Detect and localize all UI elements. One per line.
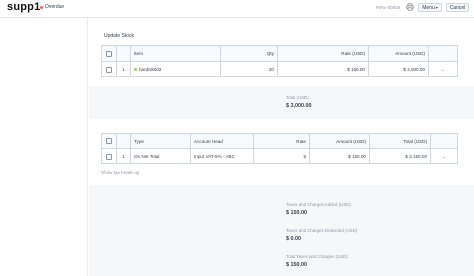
page-header: supp1 Overdue PINV-00005 Menu ▾ Cancel	[0, 0, 474, 16]
show-tax-breakup-link[interactable]: Show tax break-up	[101, 170, 139, 175]
row-expand-button[interactable]: ⌄	[429, 62, 457, 77]
cancel-button[interactable]: Cancel	[446, 3, 469, 12]
row-expand-button[interactable]: ⌄	[431, 149, 457, 164]
row-action-header	[431, 134, 457, 148]
item-cell[interactable]: hardisk002	[131, 62, 221, 77]
row-checkbox[interactable]	[106, 153, 112, 160]
taxes-deducted-value: $ 0.00	[286, 236, 301, 242]
type-column-header: Type	[131, 134, 191, 148]
amount-cell[interactable]: $ 150.00	[310, 149, 370, 164]
taxes-added-label: Taxes and Charges Added (USD)	[286, 202, 351, 207]
document-number: PINV-00005	[376, 5, 401, 10]
taxes-deducted-label: Taxes and Charges Deducted (USD)	[286, 228, 358, 233]
amount-column-header: Amount (USD)	[369, 46, 429, 61]
index-header	[117, 46, 131, 61]
item-column-header: Item	[131, 46, 221, 61]
select-all-cell[interactable]	[102, 46, 117, 61]
items-table-header: Item Qty Rate (USD) Amount (USD)	[102, 46, 457, 62]
row-index: 1	[117, 149, 131, 164]
status-dot-icon	[134, 68, 137, 71]
taxes-summary-band	[89, 185, 474, 276]
status-dot-icon	[40, 5, 43, 9]
status-label: Overdue	[45, 4, 65, 10]
table-row[interactable]: 1 On Net Total Input VAT-5% - ABC 5 $ 15…	[102, 149, 457, 164]
update-stock-label: Update Stock	[104, 33, 135, 39]
page-title: supp1	[7, 1, 41, 13]
total-taxes-value: $ 150.00	[286, 262, 307, 268]
account-head-cell[interactable]: Input VAT-5% - ABC	[191, 149, 254, 164]
sidebar	[0, 18, 88, 276]
caret-down-icon: ▾	[435, 5, 438, 10]
total-value: $ 3,000.00	[286, 103, 312, 109]
select-all-checkbox[interactable]	[106, 138, 112, 144]
amount-cell[interactable]: $ 3,000.00	[369, 62, 429, 77]
printer-icon[interactable]	[406, 3, 414, 11]
rate-column-header: Rate	[254, 134, 310, 148]
row-index: 1	[117, 62, 131, 77]
account-head-column-header: Account Head	[191, 134, 254, 148]
chevron-down-icon: ⌄	[440, 66, 446, 73]
table-row[interactable]: 1 hardisk002 20 $ 150.00 $ 3,000.00 ⌄	[102, 62, 457, 77]
total-taxes-label: Total Taxes and Charges (USD)	[286, 254, 348, 259]
status-indicator: Overdue	[40, 4, 64, 10]
menu-button[interactable]: Menu ▾	[418, 3, 442, 12]
select-all-checkbox[interactable]	[106, 50, 112, 57]
menu-button-label: Menu	[422, 4, 435, 11]
row-select-cell[interactable]	[102, 149, 117, 164]
taxes-added-value: $ 150.00	[286, 210, 307, 216]
chevron-down-icon: ⌄	[441, 153, 447, 160]
items-total-band	[89, 86, 474, 119]
row-select-cell[interactable]	[102, 62, 117, 77]
rate-cell[interactable]: $ 150.00	[278, 62, 369, 77]
taxes-table: Type Account Head Rate Amount (USD) Tota…	[101, 133, 458, 164]
total-cell[interactable]: $ 3,150.00	[370, 149, 431, 164]
row-checkbox[interactable]	[106, 66, 112, 73]
rate-cell[interactable]: 5	[254, 149, 310, 164]
select-all-cell[interactable]	[102, 134, 117, 148]
rate-column-header: Rate (USD)	[278, 46, 369, 61]
row-action-header	[429, 46, 457, 61]
index-header	[117, 134, 131, 148]
taxes-table-header: Type Account Head Rate Amount (USD) Tota…	[102, 134, 457, 149]
items-table: Item Qty Rate (USD) Amount (USD) 1 hardi…	[101, 45, 458, 77]
qty-cell[interactable]: 20	[221, 62, 278, 77]
item-name: hardisk002	[139, 67, 162, 72]
amount-column-header: Amount (USD)	[310, 134, 370, 148]
type-cell[interactable]: On Net Total	[131, 149, 191, 164]
qty-column-header: Qty	[221, 46, 278, 61]
total-label: Total (USD)	[286, 95, 309, 100]
total-column-header: Total (USD)	[370, 134, 431, 148]
